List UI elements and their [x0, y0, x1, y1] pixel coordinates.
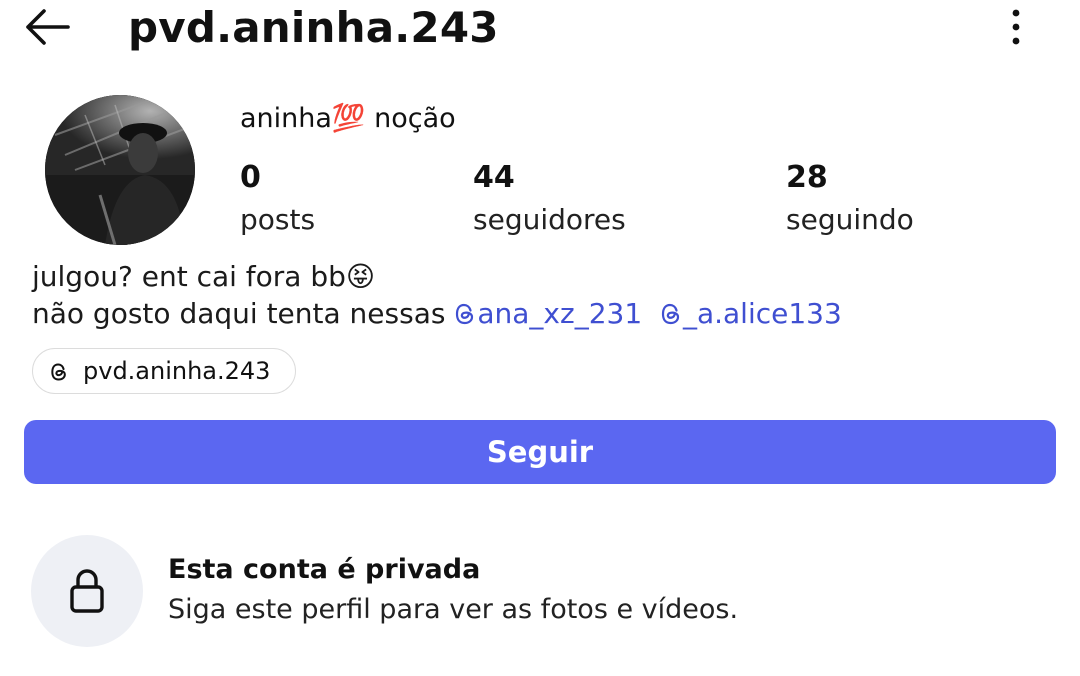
- threads-icon: [51, 363, 66, 381]
- mention-link[interactable]: _a.alice133: [660, 297, 842, 330]
- mention-text: _a.alice133: [682, 297, 842, 330]
- stat-posts: 0 posts: [240, 158, 315, 240]
- bio-text: não gosto daqui tenta nessas: [32, 297, 455, 330]
- stat-label: posts: [240, 203, 316, 236]
- bio-line: julgou? ent cai fora bb😝: [32, 260, 376, 293]
- threads-profile-chip[interactable]: pvd.aninha.243: [32, 348, 296, 394]
- threads-chip-label: pvd.aninha.243: [83, 357, 271, 385]
- avatar[interactable]: [45, 95, 195, 245]
- mention-text: ana_xz_231: [477, 297, 643, 330]
- stat-followers[interactable]: 44 seguidores: [473, 158, 626, 240]
- lock-icon: [70, 569, 104, 613]
- private-account-subtitle: Siga este perfil para ver as fotos e víd…: [168, 594, 739, 625]
- stat-following[interactable]: 28 seguindo: [786, 158, 914, 240]
- stat-label: seguidores: [473, 203, 626, 236]
- more-vertical-icon: [1012, 9, 1020, 45]
- page-title: pvd.aninha.243: [128, 3, 499, 52]
- private-account-title: Esta conta é privada: [168, 554, 481, 585]
- mention-link[interactable]: ana_xz_231: [454, 297, 642, 330]
- arrow-left-icon: [26, 9, 70, 45]
- threads-icon: [456, 303, 474, 325]
- threads-icon: [661, 303, 680, 325]
- bio-line: não gosto daqui tenta nessas ana_xz_231 …: [32, 295, 842, 333]
- display-name: aninha💯 noção: [240, 103, 456, 134]
- stat-label: seguindo: [786, 203, 914, 236]
- follow-button[interactable]: Seguir: [24, 420, 1056, 484]
- stat-value: 44: [473, 160, 515, 195]
- stat-value: 28: [786, 160, 828, 195]
- more-options-button[interactable]: [996, 4, 1036, 48]
- lock-badge: [31, 535, 143, 647]
- back-button[interactable]: [18, 4, 78, 50]
- stat-value: 0: [240, 160, 261, 195]
